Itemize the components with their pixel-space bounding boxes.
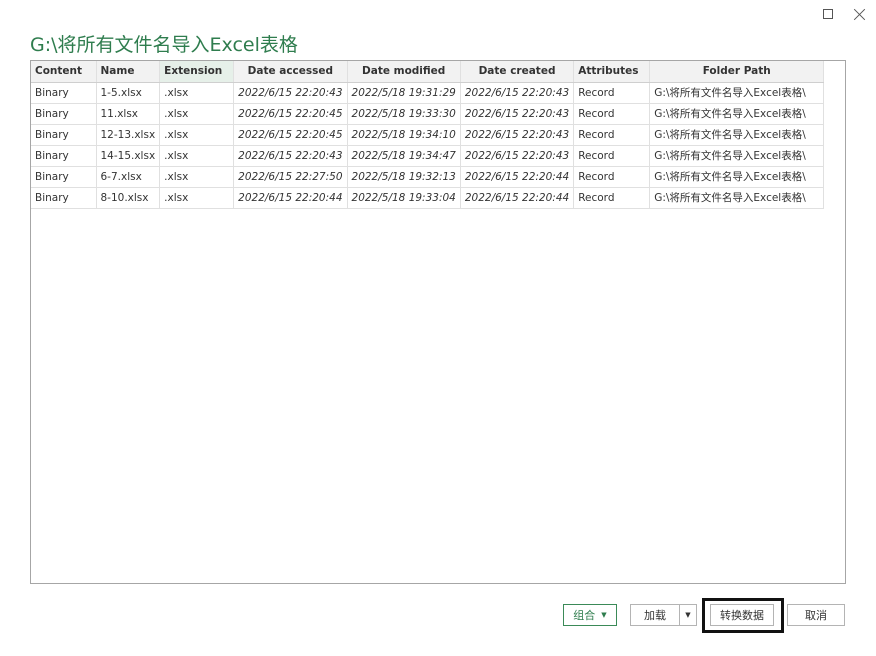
cell-date-accessed: 2022/6/15 22:20:45 <box>233 103 348 125</box>
cell-date-modified: 2022/5/18 19:34:47 <box>347 145 461 167</box>
cell-name: 6-7.xlsx <box>96 166 161 188</box>
cell-date-created: 2022/6/15 22:20:43 <box>460 124 575 146</box>
cell-date-created: 2022/6/15 22:20:43 <box>460 145 575 167</box>
close-icon <box>854 8 866 20</box>
cell-content[interactable]: Binary <box>31 187 97 209</box>
column-header-date-modified[interactable]: Date modified <box>347 61 461 83</box>
cell-date-created: 2022/6/15 22:20:43 <box>460 82 575 104</box>
table-row: Binary 12-13.xlsx .xlsx 2022/6/15 22:20:… <box>31 124 825 146</box>
cell-content[interactable]: Binary <box>31 103 97 125</box>
cell-name: 12-13.xlsx <box>96 124 161 146</box>
maximize-icon <box>823 9 833 19</box>
cell-date-accessed: 2022/6/15 22:20:44 <box>233 187 348 209</box>
preview-table: Content Name Extension Date accessed Dat… <box>31 61 825 209</box>
preview-grid[interactable]: Content Name Extension Date accessed Dat… <box>30 60 846 584</box>
cell-extension: .xlsx <box>159 145 235 167</box>
header-row: Content Name Extension Date accessed Dat… <box>31 61 825 83</box>
column-header-extension[interactable]: Extension <box>159 61 235 83</box>
cell-attributes[interactable]: Record <box>573 124 651 146</box>
table-row: Binary 1-5.xlsx .xlsx 2022/6/15 22:20:43… <box>31 82 825 104</box>
cell-content[interactable]: Binary <box>31 145 97 167</box>
chevron-down-icon: ▼ <box>601 611 607 619</box>
cancel-button-label: 取消 <box>805 609 827 622</box>
cell-date-created: 2022/6/15 22:20:44 <box>460 166 575 188</box>
maximize-button[interactable] <box>817 4 839 24</box>
cell-folder-path: G:\将所有文件名导入Excel表格\ <box>649 145 825 167</box>
cell-extension: .xlsx <box>159 166 235 188</box>
combine-button-label: 组合 <box>573 609 596 622</box>
column-header-content[interactable]: Content <box>31 61 97 83</box>
cell-name: 1-5.xlsx <box>96 82 161 104</box>
cell-name: 8-10.xlsx <box>96 187 161 209</box>
column-header-date-accessed[interactable]: Date accessed <box>233 61 348 83</box>
cancel-button[interactable]: 取消 <box>787 604 845 626</box>
combine-button[interactable]: 组合 ▼ <box>563 604 617 626</box>
close-button[interactable] <box>849 4 871 24</box>
chevron-down-icon: ▼ <box>685 611 691 619</box>
cell-date-modified: 2022/5/18 19:32:13 <box>347 166 461 188</box>
dialog-title: G:\将所有文件名导入Excel表格 <box>30 34 298 56</box>
table-row: Binary 6-7.xlsx .xlsx 2022/6/15 22:27:50… <box>31 166 825 188</box>
cell-date-modified: 2022/5/18 19:33:04 <box>347 187 461 209</box>
column-header-folder-path[interactable]: Folder Path <box>649 61 825 83</box>
cell-extension: .xlsx <box>159 187 235 209</box>
transform-data-button[interactable]: 转换数据 <box>710 604 774 626</box>
cell-folder-path: G:\将所有文件名导入Excel表格\ <box>649 82 825 104</box>
cell-folder-path: G:\将所有文件名导入Excel表格\ <box>649 187 825 209</box>
cell-date-modified: 2022/5/18 19:34:10 <box>347 124 461 146</box>
transform-data-button-label: 转换数据 <box>720 609 764 622</box>
cell-folder-path: G:\将所有文件名导入Excel表格\ <box>649 166 825 188</box>
cell-attributes[interactable]: Record <box>573 82 651 104</box>
column-header-attributes[interactable]: Attributes <box>573 61 651 83</box>
load-options-button[interactable]: ▼ <box>679 604 697 626</box>
table-row: Binary 11.xlsx .xlsx 2022/6/15 22:20:45 … <box>31 103 825 125</box>
cell-date-modified: 2022/5/18 19:33:30 <box>347 103 461 125</box>
cell-attributes[interactable]: Record <box>573 103 651 125</box>
cell-name: 11.xlsx <box>96 103 161 125</box>
table-row: Binary 8-10.xlsx .xlsx 2022/6/15 22:20:4… <box>31 187 825 209</box>
cell-date-created: 2022/6/15 22:20:44 <box>460 187 575 209</box>
cell-date-modified: 2022/5/18 19:31:29 <box>347 82 461 104</box>
column-header-name[interactable]: Name <box>96 61 161 83</box>
cell-extension: .xlsx <box>159 82 235 104</box>
cell-date-accessed: 2022/6/15 22:20:43 <box>233 82 348 104</box>
cell-date-accessed: 2022/6/15 22:27:50 <box>233 166 348 188</box>
cell-attributes[interactable]: Record <box>573 187 651 209</box>
column-header-date-created[interactable]: Date created <box>460 61 575 83</box>
cell-extension: .xlsx <box>159 103 235 125</box>
cell-content[interactable]: Binary <box>31 124 97 146</box>
cell-folder-path: G:\将所有文件名导入Excel表格\ <box>649 124 825 146</box>
cell-extension: .xlsx <box>159 124 235 146</box>
cell-folder-path: G:\将所有文件名导入Excel表格\ <box>649 103 825 125</box>
table-row: Binary 14-15.xlsx .xlsx 2022/6/15 22:20:… <box>31 145 825 167</box>
cell-date-created: 2022/6/15 22:20:43 <box>460 103 575 125</box>
cell-date-accessed: 2022/6/15 22:20:45 <box>233 124 348 146</box>
cell-attributes[interactable]: Record <box>573 145 651 167</box>
load-button[interactable]: 加载 <box>630 604 680 626</box>
cell-content[interactable]: Binary <box>31 166 97 188</box>
cell-content[interactable]: Binary <box>31 82 97 104</box>
cell-date-accessed: 2022/6/15 22:20:43 <box>233 145 348 167</box>
load-button-label: 加载 <box>644 609 666 622</box>
cell-attributes[interactable]: Record <box>573 166 651 188</box>
cell-name: 14-15.xlsx <box>96 145 161 167</box>
